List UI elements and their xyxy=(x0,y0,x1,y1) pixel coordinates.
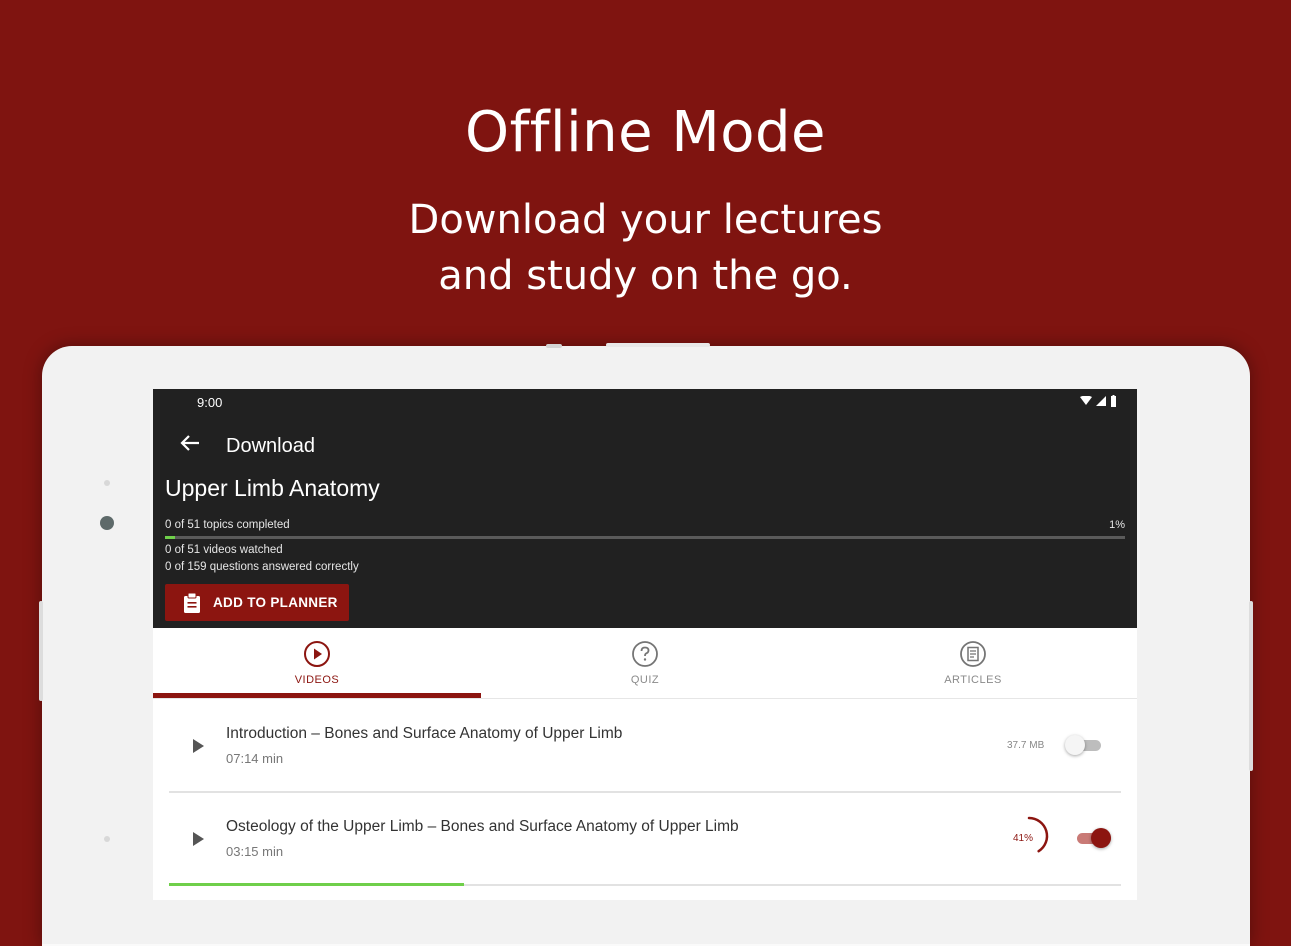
tab-quiz-label: QUIZ xyxy=(630,674,660,686)
videos-watched: 0 of 51 videos watched xyxy=(165,544,283,556)
video-duration: 03:15 min xyxy=(226,844,284,859)
status-icons xyxy=(1080,395,1117,407)
play-circle-icon xyxy=(304,641,330,667)
arrow-back-icon[interactable] xyxy=(177,431,203,455)
course-title: Upper Limb Anatomy xyxy=(165,475,380,501)
download-toggle[interactable] xyxy=(1065,735,1101,755)
tab-videos-label: VIDEOS xyxy=(294,674,340,686)
video-list-item[interactable]: Introduction – Bones and Surface Anatomy… xyxy=(169,699,1121,793)
watch-progress-bar xyxy=(169,883,465,886)
tablet-sensor xyxy=(546,344,562,348)
clipboard-icon xyxy=(184,592,200,613)
promo-subline: Download your lectures and study on the … xyxy=(0,192,1291,304)
video-title: Introduction – Bones and Surface Anatomy… xyxy=(226,725,623,742)
course-progress-fill xyxy=(165,536,175,539)
question-circle-icon xyxy=(632,641,658,667)
status-time: 9:00 xyxy=(197,395,223,410)
promo-subline-line-2: and study on the go. xyxy=(438,253,853,299)
tab-articles-label: ARTICLES xyxy=(944,674,1002,686)
tab-articles[interactable]: ARTICLES xyxy=(809,628,1137,698)
tablet-camera xyxy=(100,516,114,530)
tab-quiz[interactable]: QUIZ xyxy=(481,628,809,698)
video-title: Osteology of the Upper Limb – Bones and … xyxy=(226,818,739,835)
tablet-side-button xyxy=(1249,601,1253,771)
active-tab-indicator xyxy=(153,693,481,698)
signal-icon xyxy=(1096,396,1106,406)
tablet-sensor-dot xyxy=(104,480,110,486)
tab-videos[interactable]: VIDEOS xyxy=(153,628,481,698)
app-bar-title: Download xyxy=(226,435,315,457)
toggle-knob xyxy=(1091,828,1111,848)
course-progress-bar xyxy=(165,536,1125,539)
wifi-icon xyxy=(1080,396,1092,405)
toggle-knob xyxy=(1065,735,1085,755)
battery-icon xyxy=(1111,395,1116,407)
questions-correct: 0 of 159 questions answered correctly xyxy=(165,561,359,573)
course-header: 9:00 Download Upper Limb Anatomy 0 of 51… xyxy=(153,389,1137,628)
promo-headline: Offline Mode xyxy=(465,100,826,165)
download-toggle[interactable] xyxy=(1077,828,1111,848)
video-duration: 07:14 min xyxy=(226,751,284,766)
play-icon[interactable] xyxy=(193,739,204,753)
download-progress-label: 41% xyxy=(1013,833,1034,844)
add-to-planner-button[interactable]: ADD TO PLANNER xyxy=(165,584,349,621)
video-file-size: 37.7 MB xyxy=(1007,740,1045,751)
tablet-power-button xyxy=(606,343,710,347)
content-tabs: VIDEOS QUIZ ARTICLES xyxy=(153,628,1137,699)
tablet-sensor-dot xyxy=(104,836,110,842)
add-to-planner-label: ADD TO PLANNER xyxy=(213,595,338,610)
app-screen: 9:00 Download Upper Limb Anatomy 0 of 51… xyxy=(153,389,1137,900)
article-icon xyxy=(960,641,986,667)
play-icon[interactable] xyxy=(193,832,204,846)
video-list-item[interactable]: Osteology of the Upper Limb – Bones and … xyxy=(169,792,1121,886)
promo-subline-line-1: Download your lectures xyxy=(408,197,883,243)
course-progress-percent: 1% xyxy=(1109,519,1125,531)
topics-completed: 0 of 51 topics completed xyxy=(165,519,290,531)
tablet-volume-button xyxy=(39,601,43,701)
